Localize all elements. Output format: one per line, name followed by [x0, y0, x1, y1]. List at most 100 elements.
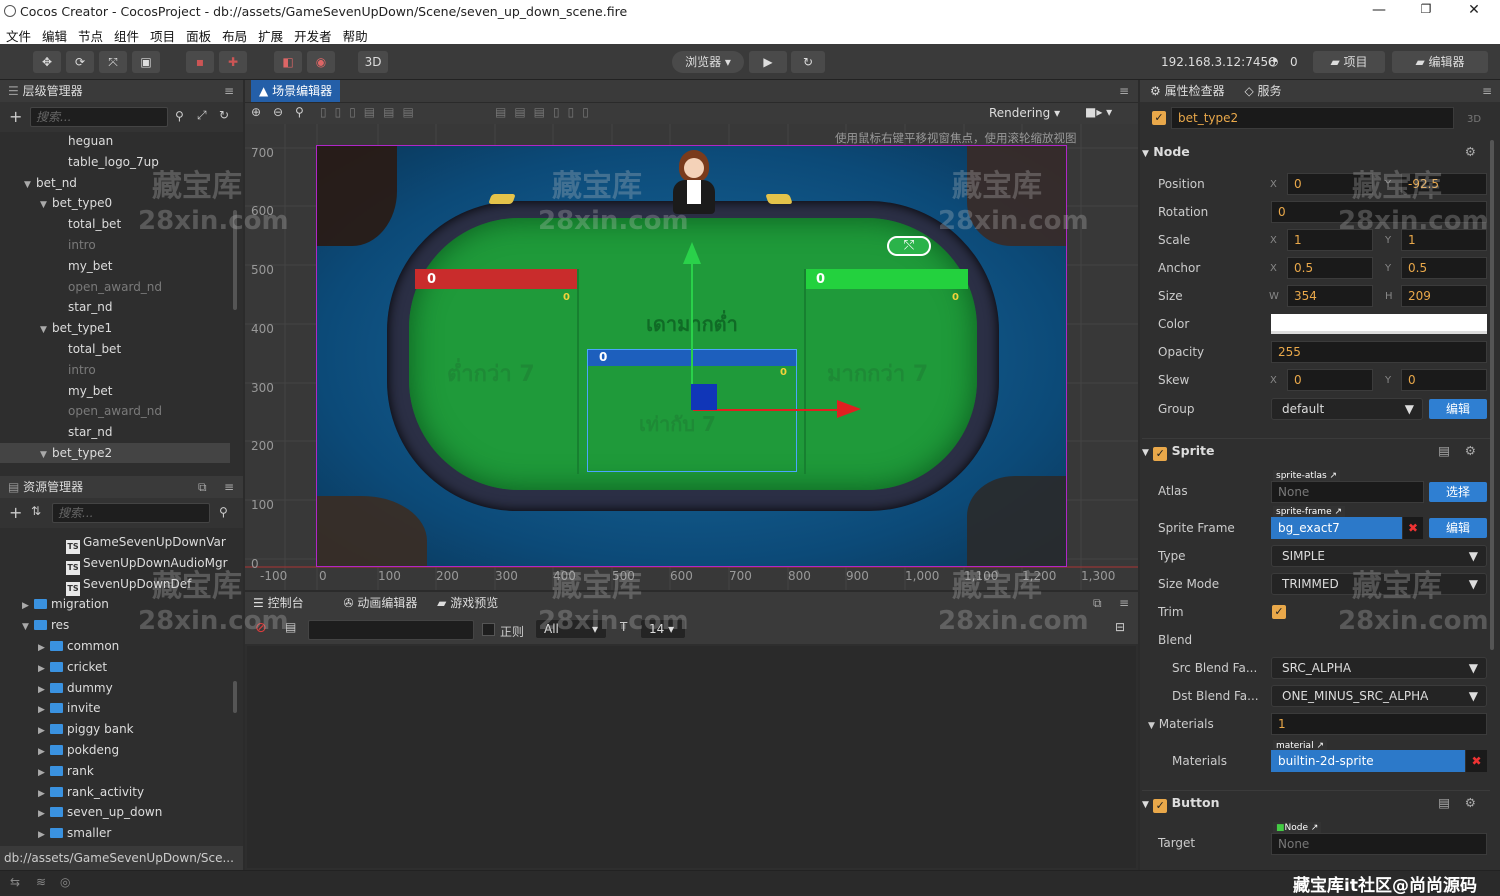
- add-icon[interactable]: +: [9, 503, 22, 522]
- group-select[interactable]: default ▼: [1271, 398, 1423, 420]
- x-arrow-icon[interactable]: [837, 400, 861, 418]
- assets-search-input[interactable]: 搜索...: [52, 503, 210, 523]
- sprite-section-header[interactable]: ▼ ✓ Sprite ▤ ⚙: [1142, 438, 1490, 462]
- search-icon[interactable]: ⚲: [175, 109, 184, 123]
- project-button[interactable]: ▰ 项目: [1313, 51, 1385, 73]
- remove-icon[interactable]: ✖: [1403, 517, 1423, 539]
- panel-menu-icon[interactable]: ≡: [1119, 592, 1129, 614]
- menu-item[interactable]: 组件: [108, 24, 144, 45]
- caret-icon[interactable]: ▶: [38, 722, 50, 742]
- animation-tab[interactable]: ✇ 动画编辑器: [335, 592, 425, 614]
- expand-icon[interactable]: ⤢: [197, 108, 207, 123]
- assets-scrollbar[interactable]: [233, 681, 237, 713]
- hierarchy-tab[interactable]: ☰ 层级管理器: [0, 80, 91, 102]
- opacity-input[interactable]: 255: [1271, 341, 1487, 363]
- caret-icon[interactable]: ▶: [38, 743, 50, 763]
- rendering-select[interactable]: Rendering ▾: [989, 106, 1060, 120]
- src-blend-select[interactable]: SRC_ALPHA ▼: [1271, 657, 1487, 679]
- caret-icon[interactable]: ▶: [38, 785, 50, 805]
- play-icon[interactable]: ▶: [749, 51, 787, 73]
- menu-item[interactable]: 项目: [144, 24, 180, 45]
- materials-group-label[interactable]: ▼ Materials: [1148, 717, 1214, 731]
- asset-item[interactable]: ▶ invite: [0, 699, 232, 720]
- distribute-icons[interactable]: ▤▤▤▯▯▯: [495, 105, 597, 119]
- hierarchy-search-input[interactable]: 搜索...: [30, 107, 168, 127]
- asset-item[interactable]: ▶ rank_activity: [0, 783, 232, 804]
- menu-item[interactable]: 文件: [0, 24, 36, 45]
- scene-tab[interactable]: ▲ 场景编辑器: [251, 80, 341, 102]
- caret-icon[interactable]: ▶: [22, 597, 34, 617]
- asset-item[interactable]: ▶ cricket: [0, 658, 232, 679]
- caret-icon[interactable]: ▼: [40, 195, 52, 216]
- caret-icon[interactable]: ▶: [38, 660, 50, 680]
- panel-menu-icon[interactable]: ≡: [1482, 80, 1492, 102]
- hierarchy-node[interactable]: star_nd: [0, 422, 230, 443]
- caret-icon[interactable]: ▼: [22, 618, 34, 638]
- asset-item[interactable]: ▶ pokdeng: [0, 741, 232, 762]
- inspector-scrollbar[interactable]: [1490, 140, 1494, 650]
- database-icon[interactable]: ≋: [36, 875, 46, 889]
- sync-icon[interactable]: ⇆: [10, 875, 20, 889]
- align-icons[interactable]: ▯▯▯▤▤▤: [320, 105, 422, 119]
- hierarchy-node[interactable]: total_bet: [0, 339, 230, 360]
- maximize-icon[interactable]: ❐: [1411, 2, 1441, 22]
- sprite-frame-input[interactable]: bg_exact7: [1271, 517, 1402, 539]
- gizmo-icon[interactable]: ◉: [307, 51, 335, 73]
- zoom-out-icon[interactable]: ⊖: [273, 105, 283, 119]
- caret-icon[interactable]: ▶: [38, 681, 50, 701]
- menu-item[interactable]: 面板: [180, 24, 216, 45]
- caret-icon[interactable]: ▼: [40, 320, 52, 341]
- asset-item[interactable]: ▶ dummy: [0, 679, 232, 700]
- editor-button[interactable]: ▰ 编辑器: [1392, 51, 1488, 73]
- anchor-y-input[interactable]: 0.5: [1401, 257, 1487, 279]
- asset-item[interactable]: ▶ rank: [0, 762, 232, 783]
- node-name-input[interactable]: bet_type2: [1171, 107, 1454, 129]
- menu-item[interactable]: 帮助: [337, 24, 373, 45]
- preview-tab[interactable]: ▰ 游戏预览: [429, 592, 506, 614]
- pivot-icon[interactable]: ▪: [186, 51, 214, 73]
- group-edit-button[interactable]: 编辑: [1429, 399, 1487, 419]
- panel-menu-icon[interactable]: ≡: [1119, 80, 1129, 102]
- caret-icon[interactable]: ▶: [38, 805, 50, 825]
- rotate-tool-icon[interactable]: ⟳: [66, 51, 94, 73]
- menu-item[interactable]: 节点: [72, 24, 108, 45]
- hierarchy-node[interactable]: my_bet: [0, 381, 230, 402]
- refresh-icon[interactable]: ↻: [219, 108, 229, 122]
- caret-icon[interactable]: ▼: [40, 445, 52, 463]
- assets-tab[interactable]: ▤ 资源管理器: [0, 476, 91, 498]
- target-input[interactable]: None: [1271, 833, 1487, 855]
- mode-3d-button[interactable]: 3D: [358, 51, 388, 73]
- size-h-input[interactable]: 209: [1401, 285, 1487, 307]
- panel-menu-icon[interactable]: ≡: [224, 476, 234, 498]
- menu-item[interactable]: 开发者: [288, 24, 337, 45]
- sprite-enabled-checkbox[interactable]: ✓: [1153, 447, 1168, 461]
- dst-blend-select[interactable]: ONE_MINUS_SRC_ALPHA ▼: [1271, 685, 1487, 707]
- camera-icon[interactable]: ■▸ ▾: [1085, 105, 1112, 119]
- regex-checkbox[interactable]: [482, 623, 495, 636]
- zoom-in-icon[interactable]: ⊕: [251, 105, 261, 119]
- global-icon[interactable]: ✚: [219, 51, 247, 73]
- popout-icon[interactable]: ⧉: [1093, 592, 1102, 614]
- hierarchy-node[interactable]: my_bet: [0, 256, 230, 277]
- caret-icon[interactable]: ▶: [38, 826, 50, 843]
- doc-icon[interactable]: ▤: [1438, 791, 1450, 815]
- caret-icon[interactable]: ▶: [38, 639, 50, 659]
- type-select[interactable]: SIMPLE ▼: [1271, 545, 1487, 567]
- hierarchy-node[interactable]: open_award_nd: [0, 401, 230, 422]
- anchor-x-input[interactable]: 0.5: [1287, 257, 1373, 279]
- scale-tool-icon[interactable]: ⤧: [99, 51, 127, 73]
- popout-icon[interactable]: ⧉: [198, 476, 207, 498]
- sort-icon[interactable]: ⇅: [31, 504, 41, 518]
- skew-x-input[interactable]: 0: [1287, 369, 1373, 391]
- zoom-reset-icon[interactable]: ⚲: [295, 105, 304, 119]
- menu-item[interactable]: 编辑: [36, 24, 72, 45]
- hierarchy-node[interactable]: heguan: [0, 131, 230, 152]
- gizmo-handle[interactable]: [691, 384, 717, 410]
- caret-icon[interactable]: ▼: [24, 175, 36, 196]
- rect-tool-icon[interactable]: ▣: [132, 51, 160, 73]
- hierarchy-node[interactable]: open_award_nd: [0, 277, 230, 298]
- y-arrow-icon[interactable]: [683, 242, 701, 264]
- collapse-icon[interactable]: ⊟: [1115, 620, 1125, 634]
- doc-icon[interactable]: ▤: [1438, 439, 1450, 463]
- button-enabled-checkbox[interactable]: ✓: [1153, 799, 1168, 813]
